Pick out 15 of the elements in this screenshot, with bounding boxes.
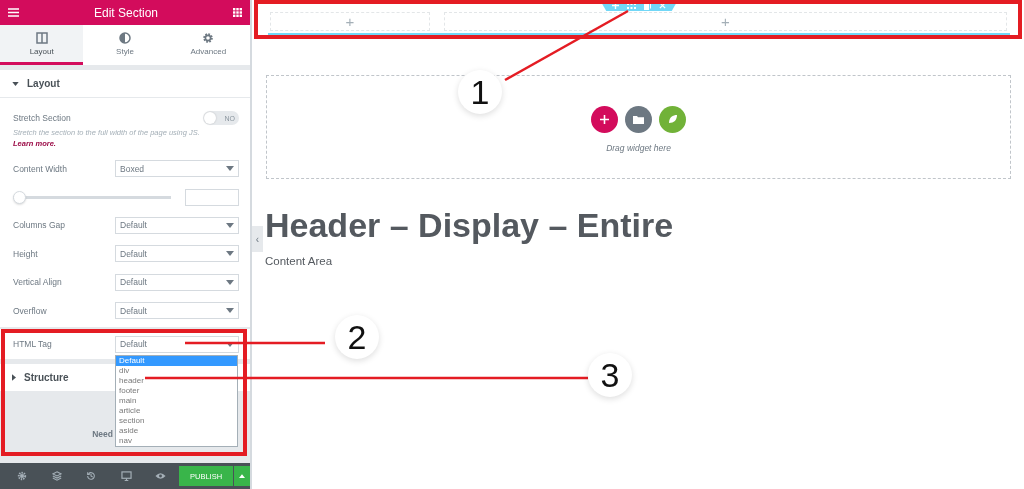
callout-number: 2 [335,315,379,359]
page-heading: Header – Display – Entire [265,206,674,245]
field-label: Overflow [13,305,47,316]
field-label: Vertical Align [13,277,62,288]
help-text: Need [92,429,113,439]
panel-title: Edit Section [93,5,158,20]
field-label: Stretch Section [13,113,71,124]
callout-number: 3 [588,353,632,397]
drop-hint: Drag widget here [606,142,671,153]
field-label: Columns Gap [13,220,65,231]
field-label: Height [13,248,38,259]
field-label: Content Width [13,163,67,174]
callout-number: 1 [458,70,502,114]
content-text: Content Area [265,255,333,267]
field-label: HTML Tag [13,339,52,349]
